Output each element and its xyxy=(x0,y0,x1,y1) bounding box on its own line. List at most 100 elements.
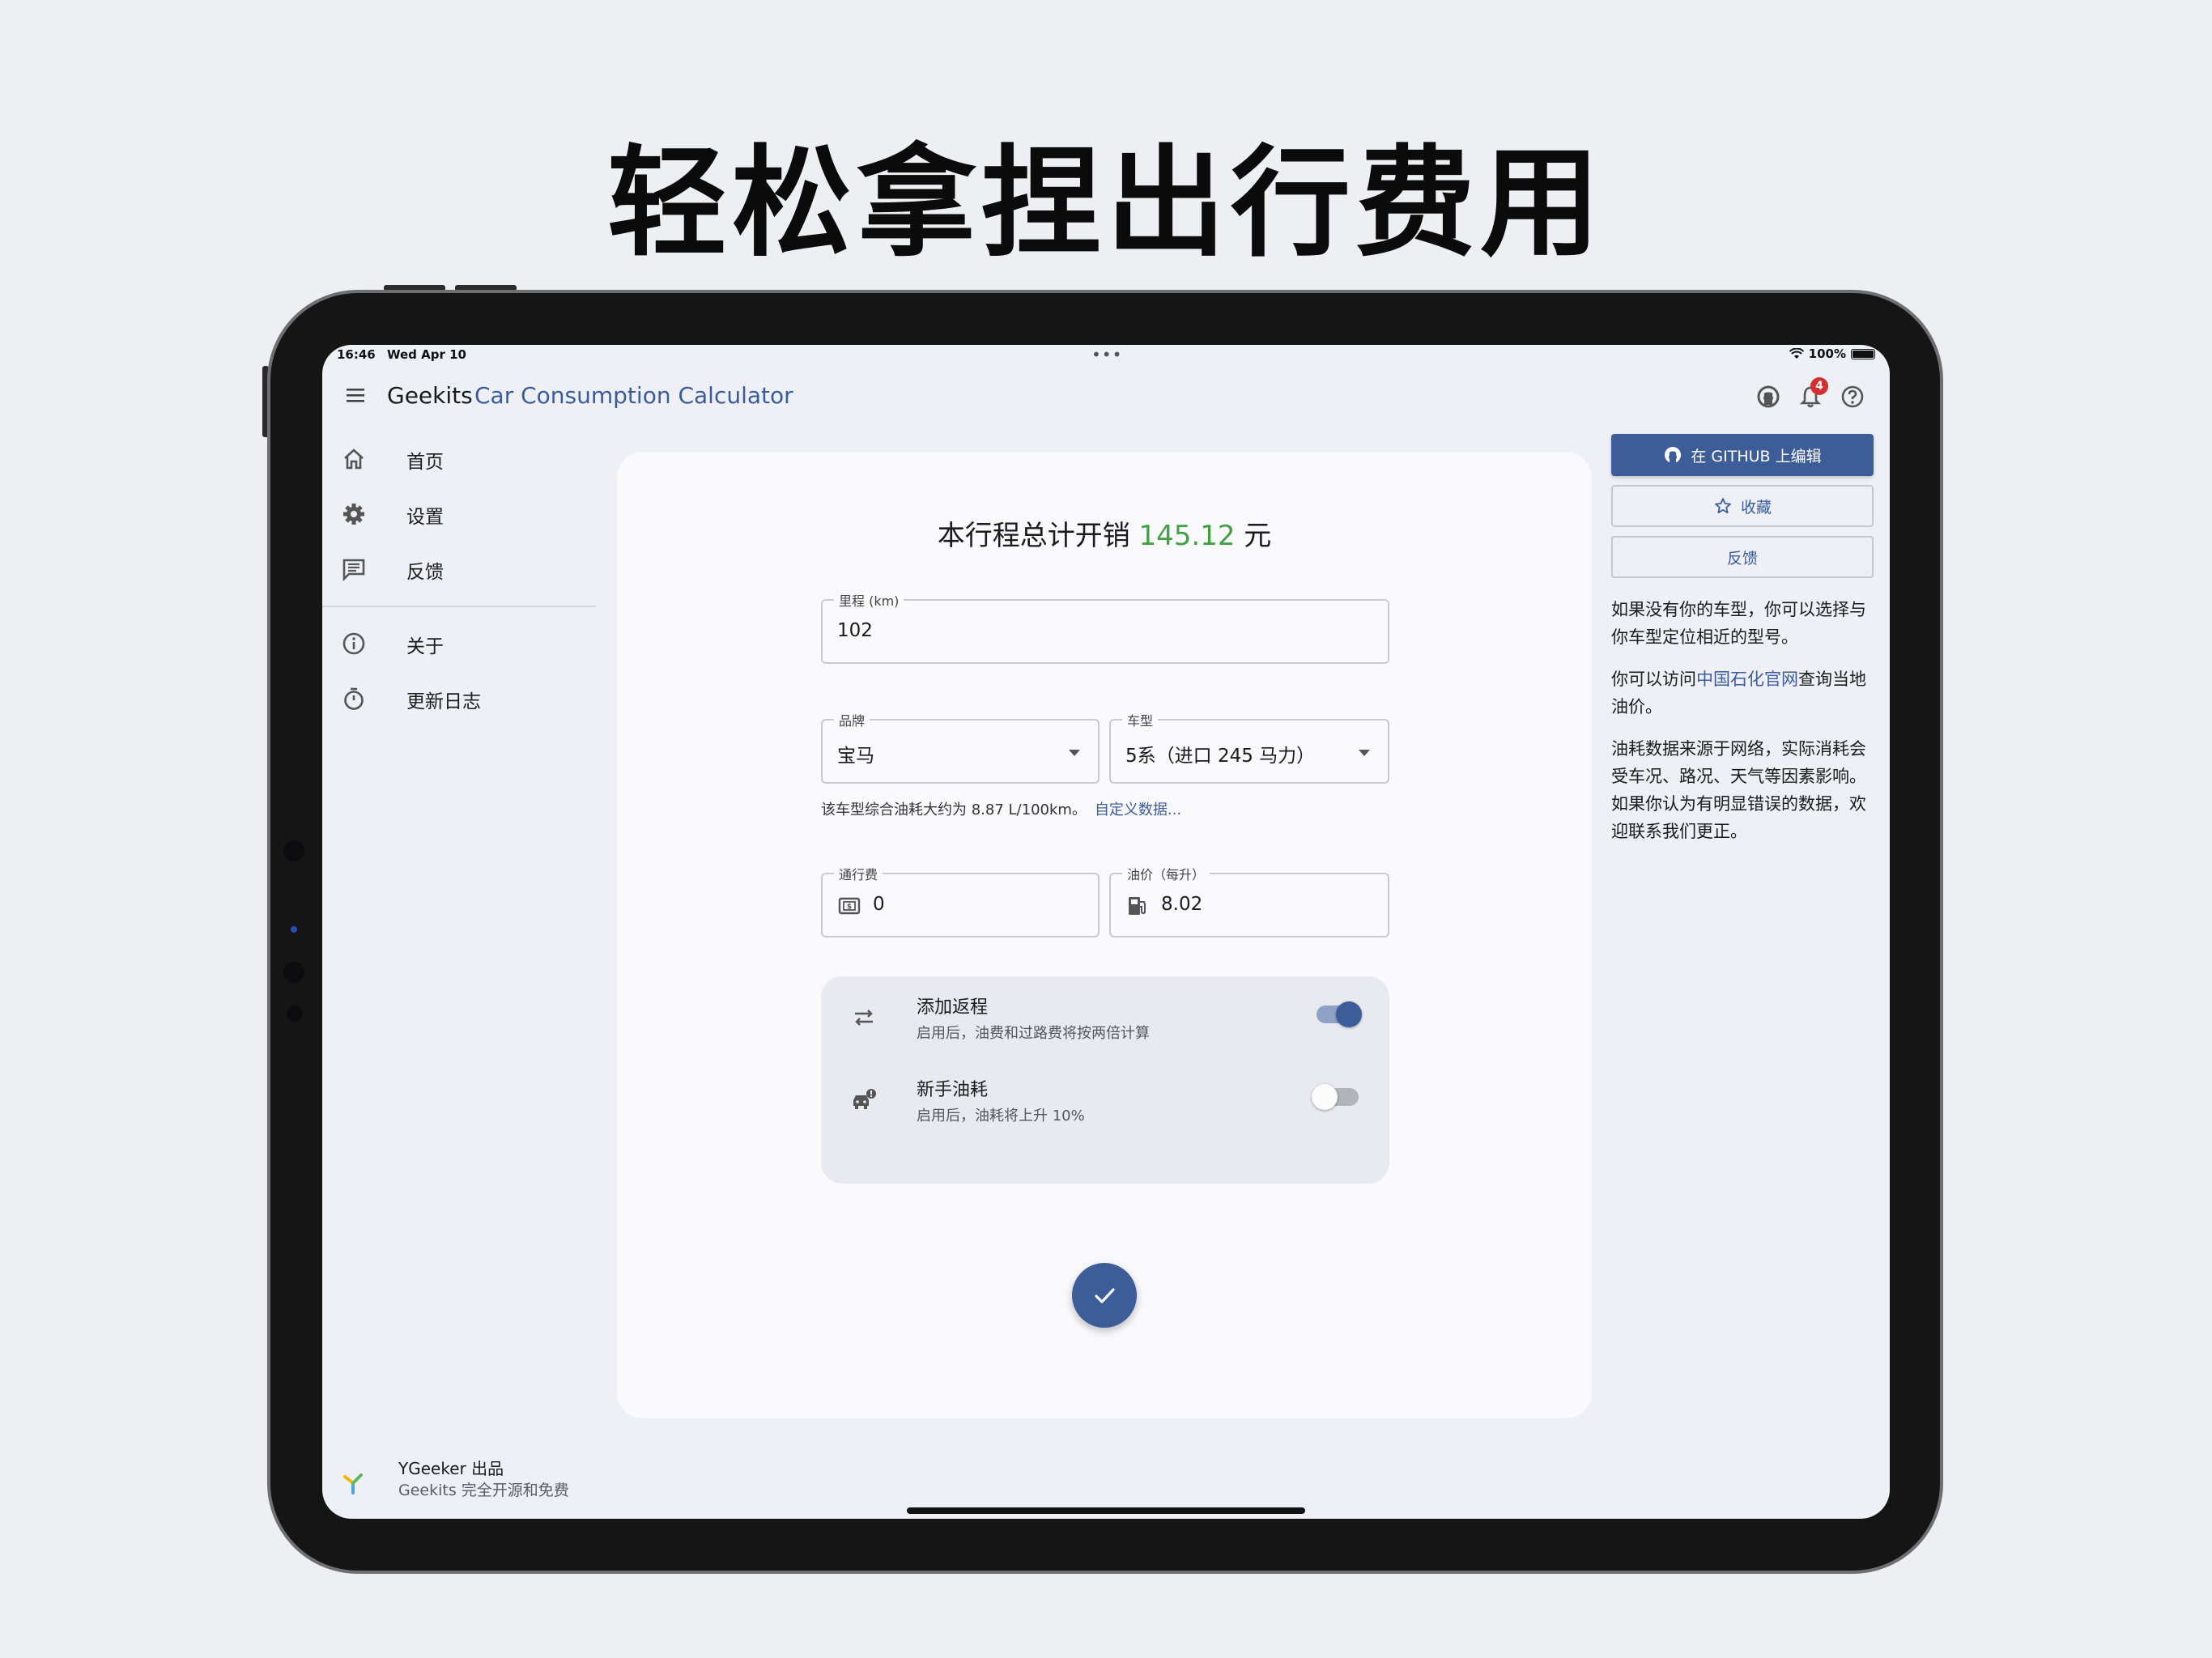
edit-on-github-button[interactable]: 在 GITHUB 上编辑 xyxy=(1611,434,1874,476)
app-bar: Geekits Car Consumption Calculator 4 xyxy=(322,374,1890,419)
novice-consumption-subtitle: 启用后，油耗将上升 10% xyxy=(917,1107,1085,1124)
gas-station-icon xyxy=(1129,897,1146,915)
return-trip-subtitle: 启用后，油费和过路费将按两倍计算 xyxy=(917,1025,1150,1042)
swap-icon xyxy=(855,1010,873,1026)
fuel-price-label: 油价（每升） xyxy=(1122,864,1210,883)
toll-label: 通行费 xyxy=(834,864,883,883)
app-title: Geekits xyxy=(387,382,473,409)
app-subtitle: Car Consumption Calculator xyxy=(474,382,793,409)
check-icon xyxy=(1095,1288,1115,1303)
svg-text:$: $ xyxy=(847,903,852,912)
sidebar-item-home[interactable]: 首页 xyxy=(322,431,596,486)
feedback-label: 反馈 xyxy=(1726,549,1758,568)
camera-dot xyxy=(283,840,304,861)
sinopec-link[interactable]: 中国石化官网 xyxy=(1696,670,1798,689)
home-indicator[interactable] xyxy=(907,1507,1305,1514)
gear-icon xyxy=(343,504,364,525)
battery-icon xyxy=(1851,348,1875,359)
sidebar-divider xyxy=(322,606,596,607)
sidebar-item-label: 设置 xyxy=(406,507,444,528)
sidebar-item-label: 更新日志 xyxy=(406,691,481,712)
status-time: 16:46 xyxy=(337,347,376,362)
total-amount: 145.12 xyxy=(1138,520,1236,552)
app-screen: 16:46 Wed Apr 10 ••• 100% Geekits Car Co… xyxy=(322,345,1890,1519)
options-panel: 添加返程 启用后，油费和过路费将按两倍计算 新手油耗 启用后，油耗将上升 10% xyxy=(821,976,1389,1184)
appbar-actions: 4 xyxy=(1755,377,1865,410)
favorite-button[interactable]: 收藏 xyxy=(1611,485,1874,527)
sidebar-item-about[interactable]: 关于 xyxy=(322,615,596,670)
distance-value: 102 xyxy=(837,620,873,641)
marketing-headline: 轻松拿捏出行费用 xyxy=(607,134,1605,273)
sidebar-nav: 首页 设置 反馈 关于 更新日志 xyxy=(322,431,596,725)
toggle-knob xyxy=(1312,1084,1338,1110)
model-label: 车型 xyxy=(1122,710,1159,729)
total-cost: 本行程总计开销 145.12 元 xyxy=(617,513,1592,553)
feedback-button[interactable]: 反馈 xyxy=(1611,536,1874,578)
consumption-hint: 该车型综合油耗大约为 8.87 L/100km。 自定义数据... xyxy=(821,798,1181,819)
total-suffix: 元 xyxy=(1244,520,1272,552)
sidebar-item-changelog[interactable]: 更新日志 xyxy=(322,670,596,725)
brand-label: 品牌 xyxy=(834,710,870,729)
fuel-price-field[interactable]: 油价（每升） 8.02 xyxy=(1109,864,1389,937)
toggle-knob xyxy=(1336,1001,1362,1027)
status-right: 100% xyxy=(1789,346,1875,361)
model-select[interactable]: 车型 5系（进口 245 马力） xyxy=(1109,710,1389,784)
sidebar-item-label: 首页 xyxy=(406,452,444,473)
battery-percent: 100% xyxy=(1808,346,1846,361)
help-icon[interactable] xyxy=(1840,384,1865,410)
info-paragraph-data-source: 油耗数据来源于网络，实际消耗会受车况、路况、天气等因素影响。如果你认为有明显错误… xyxy=(1611,739,1866,841)
sidebar-item-settings[interactable]: 设置 xyxy=(322,486,596,541)
distance-label: 里程 (km) xyxy=(834,590,904,610)
calculator-card: 本行程总计开销 145.12 元 里程 (km) 102 品牌 宝马 车型 5系… xyxy=(617,452,1592,1418)
info-icon xyxy=(342,632,365,655)
brand-select[interactable]: 品牌 宝马 xyxy=(821,710,1100,784)
custom-data-link[interactable]: 自定义数据... xyxy=(1095,801,1181,818)
footer-tagline: Geekits 完全开源和免费 xyxy=(398,1482,569,1499)
ygeeker-logo xyxy=(343,1473,363,1494)
model-value: 5系（进口 245 马力） xyxy=(1125,746,1316,767)
github-icon[interactable] xyxy=(1755,384,1781,410)
multitasking-dots[interactable]: ••• xyxy=(1091,345,1122,364)
sensor-dot-2 xyxy=(287,1005,303,1022)
fuel-price-text-before: 你可以访问 xyxy=(1611,670,1696,689)
money-icon: $ xyxy=(838,897,861,915)
sidebar-item-feedback[interactable]: 反馈 xyxy=(322,541,596,596)
status-date: Wed Apr 10 xyxy=(387,347,466,362)
novice-consumption-toggle[interactable] xyxy=(1312,1084,1359,1110)
star-icon xyxy=(1715,498,1731,514)
wifi-icon xyxy=(1789,348,1804,359)
novice-consumption-option[interactable]: 新手油耗 启用后，油耗将上升 10% xyxy=(821,1059,1389,1140)
status-bar: 16:46 Wed Apr 10 ••• 100% xyxy=(322,345,1890,366)
sidebar-item-label: 反馈 xyxy=(406,562,444,583)
right-panel: 在 GITHUB 上编辑 收藏 反馈 如果没有你的车型，你可以选择与你车型定位相… xyxy=(1611,434,1875,845)
distance-field[interactable]: 里程 (km) 102 xyxy=(821,590,1389,664)
edit-on-github-label: 在 GITHUB 上编辑 xyxy=(1691,447,1822,466)
favorite-label: 收藏 xyxy=(1740,498,1772,517)
github-icon xyxy=(1665,447,1682,463)
menu-icon[interactable] xyxy=(345,385,368,405)
consumption-hint-text: 该车型综合油耗大约为 8.87 L/100km。 xyxy=(821,801,1087,818)
sidebar-item-label: 关于 xyxy=(406,636,444,657)
sensor-dot xyxy=(283,962,304,983)
chevron-down-icon xyxy=(1069,750,1080,756)
fuel-price-value: 8.02 xyxy=(1161,894,1203,915)
car-alert-icon xyxy=(853,1089,876,1109)
info-paragraph-model: 如果没有你的车型，你可以选择与你车型定位相近的型号。 xyxy=(1611,600,1866,647)
toll-field[interactable]: 通行费 $ 0 xyxy=(821,864,1100,937)
novice-consumption-title: 新手油耗 xyxy=(917,1080,989,1100)
return-trip-option[interactable]: 添加返程 启用后，油费和过路费将按两倍计算 xyxy=(821,976,1389,1057)
feedback-icon xyxy=(342,559,365,581)
notification-button[interactable]: 4 xyxy=(1797,377,1828,410)
notification-badge: 4 xyxy=(1810,377,1828,395)
info-paragraph-fuel-price: 你可以访问中国石化官网查询当地油价。 xyxy=(1611,665,1870,721)
return-trip-title: 添加返程 xyxy=(917,997,989,1018)
timer-icon xyxy=(344,687,364,710)
calculate-button[interactable] xyxy=(1072,1263,1137,1328)
home-icon xyxy=(344,449,364,470)
toll-value: 0 xyxy=(873,894,885,915)
camera-lens-dot xyxy=(291,926,297,933)
total-prefix: 本行程总计开销 xyxy=(937,520,1130,552)
brand-value: 宝马 xyxy=(837,746,874,767)
footer-brand: YGeeker 出品 xyxy=(398,1459,504,1478)
return-trip-toggle[interactable] xyxy=(1317,1001,1362,1027)
